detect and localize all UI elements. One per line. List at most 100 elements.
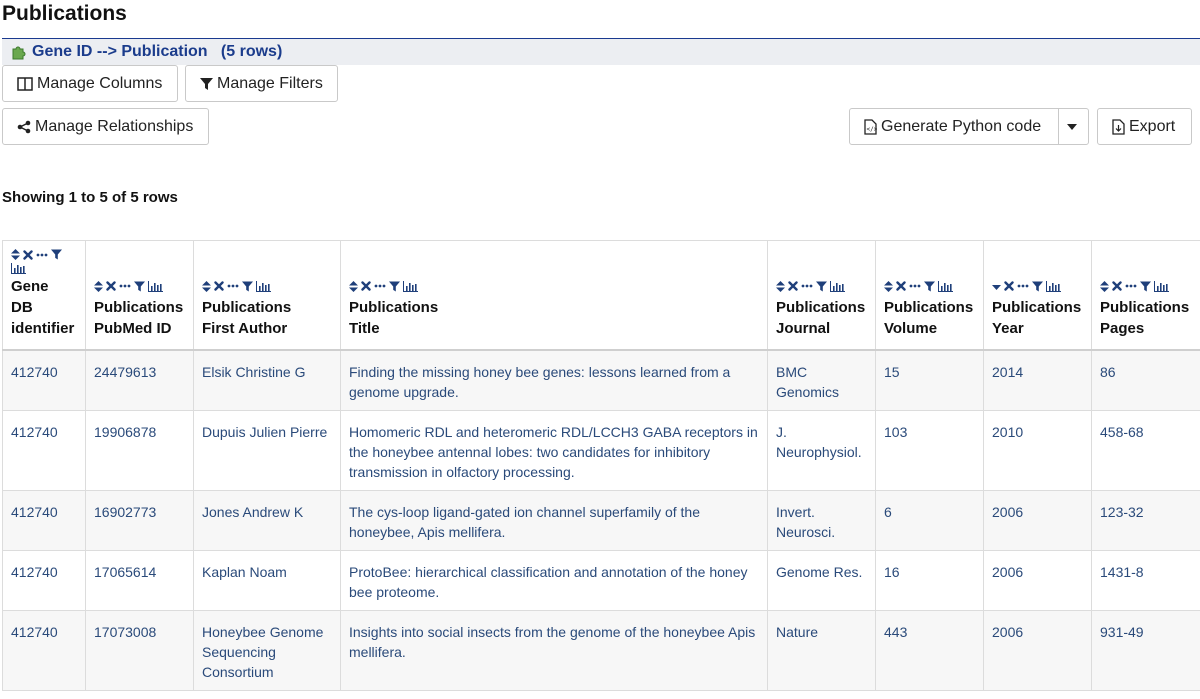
cell-pubmed-id[interactable]: 17065614 [85,550,194,611]
cell-gene-id[interactable]: 412740 [2,610,86,691]
table-row: 412740 17073008 Honeybee Genome Sequenci… [2,610,1200,691]
cell-pages[interactable]: 1431-8 [1091,550,1200,611]
remove-icon[interactable] [1004,281,1014,291]
cell-year[interactable]: 2006 [983,490,1092,551]
cell-year[interactable]: 2010 [983,410,1092,491]
cell-journal[interactable]: J. Neurophysiol. [767,410,876,491]
cell-pages[interactable]: 931-49 [1091,610,1200,691]
more-icon[interactable] [909,283,921,289]
cell-journal[interactable]: Genome Res. [767,550,876,611]
table-header-row: Gene DB identifier Publications PubMed I… [2,240,1200,351]
column-filter-icon[interactable] [242,281,253,292]
column-controls [11,249,77,274]
cell-title[interactable]: Homomeric RDL and heteromeric RDL/LCCH3 … [340,410,768,491]
cell-pubmed-id[interactable]: 17073008 [85,610,194,691]
cell-volume[interactable]: 103 [875,410,984,491]
more-icon[interactable] [801,283,813,289]
summary-chart-icon[interactable] [256,280,271,292]
cell-pages[interactable]: 458-68 [1091,410,1200,491]
more-icon[interactable] [1017,283,1029,289]
remove-icon[interactable] [106,281,116,291]
column-filter-icon[interactable] [816,281,827,292]
columns-icon [17,76,33,91]
column-filter-icon[interactable] [389,281,400,292]
cell-pages[interactable]: 123-32 [1091,490,1200,551]
query-path-label[interactable]: Gene ID --> Publication (5 rows) [32,43,282,61]
sort-icon[interactable] [349,280,358,292]
summary-chart-icon[interactable] [1154,280,1169,292]
sort-icon[interactable] [884,280,893,292]
cell-pubmed-id[interactable]: 16902773 [85,490,194,551]
more-icon[interactable] [1125,283,1137,289]
cell-volume[interactable]: 15 [875,349,984,411]
cell-volume[interactable]: 6 [875,490,984,551]
remove-icon[interactable] [896,281,906,291]
export-button[interactable]: Export [1097,108,1192,145]
generate-python-code-button[interactable]: </> Generate Python code [849,108,1059,145]
cell-year[interactable]: 2006 [983,610,1092,691]
remove-icon[interactable] [788,281,798,291]
manage-columns-button[interactable]: Manage Columns [2,65,178,102]
summary-chart-icon[interactable] [403,280,418,292]
column-filter-icon[interactable] [134,281,145,292]
cell-first-author[interactable]: Jones Andrew K [193,490,341,551]
table-row: 412740 16902773 Jones Andrew K The cys-l… [2,490,1200,551]
cell-gene-id[interactable]: 412740 [2,550,86,611]
summary-chart-icon[interactable] [11,263,26,274]
svg-text:</>: </> [867,126,878,133]
cell-title[interactable]: Insights into social insects from the ge… [340,610,768,691]
sort-icon[interactable] [11,249,20,260]
more-icon[interactable] [119,283,131,289]
query-path-bar: Gene ID --> Publication (5 rows) [2,38,1200,65]
column-controls [1100,277,1192,295]
caret-down-icon [1066,123,1077,130]
cell-gene-id[interactable]: 412740 [2,349,86,411]
sort-icon[interactable] [94,280,103,292]
cell-journal[interactable]: BMC Genomics [767,349,876,411]
cell-pubmed-id[interactable]: 19906878 [85,410,194,491]
cell-gene-id[interactable]: 412740 [2,490,86,551]
cell-title[interactable]: ProtoBee: hierarchical classification an… [340,550,768,611]
column-controls [884,277,975,295]
cell-first-author[interactable]: Kaplan Noam [193,550,341,611]
manage-relationships-button[interactable]: Manage Relationships [2,108,209,145]
remove-icon[interactable] [23,249,33,260]
remove-icon[interactable] [1112,281,1122,291]
cell-journal[interactable]: Nature [767,610,876,691]
cell-gene-id[interactable]: 412740 [2,410,86,491]
cell-title[interactable]: Finding the missing honey bee genes: les… [340,349,768,411]
cell-first-author[interactable]: Honeybee Genome Sequencing Consortium [193,610,341,691]
more-icon[interactable] [374,283,386,289]
remove-icon[interactable] [361,281,371,291]
cell-year[interactable]: 2014 [983,349,1092,411]
sort-icon[interactable] [202,280,211,292]
column-controls [349,277,759,295]
summary-chart-icon[interactable] [148,280,163,292]
generate-code-dropdown-toggle[interactable] [1058,108,1089,145]
more-icon[interactable] [227,283,239,289]
summary-chart-icon[interactable] [830,280,845,292]
cell-first-author[interactable]: Dupuis Julien Pierre [193,410,341,491]
more-icon[interactable] [36,252,48,258]
cell-year[interactable]: 2006 [983,550,1092,611]
sort-icon[interactable] [776,280,785,292]
cell-journal[interactable]: Invert. Neurosci. [767,490,876,551]
sort-icon[interactable] [992,281,1001,292]
column-filter-icon[interactable] [1032,281,1043,292]
column-filter-icon[interactable] [1140,281,1151,292]
cell-volume[interactable]: 443 [875,610,984,691]
summary-chart-icon[interactable] [938,280,953,292]
remove-icon[interactable] [214,281,224,291]
cell-volume[interactable]: 16 [875,550,984,611]
column-filter-icon[interactable] [51,249,62,260]
cell-first-author[interactable]: Elsik Christine G [193,349,341,411]
column-header-first-author: Publications First Author [193,240,341,351]
cell-pubmed-id[interactable]: 24479613 [85,349,194,411]
sort-icon[interactable] [1100,280,1109,292]
cell-title[interactable]: The cys-loop ligand-gated ion channel su… [340,490,768,551]
manage-filters-button[interactable]: Manage Filters [185,65,338,102]
export-file-icon [1112,118,1125,135]
summary-chart-icon[interactable] [1046,280,1061,292]
cell-pages[interactable]: 86 [1091,349,1200,411]
column-filter-icon[interactable] [924,281,935,292]
